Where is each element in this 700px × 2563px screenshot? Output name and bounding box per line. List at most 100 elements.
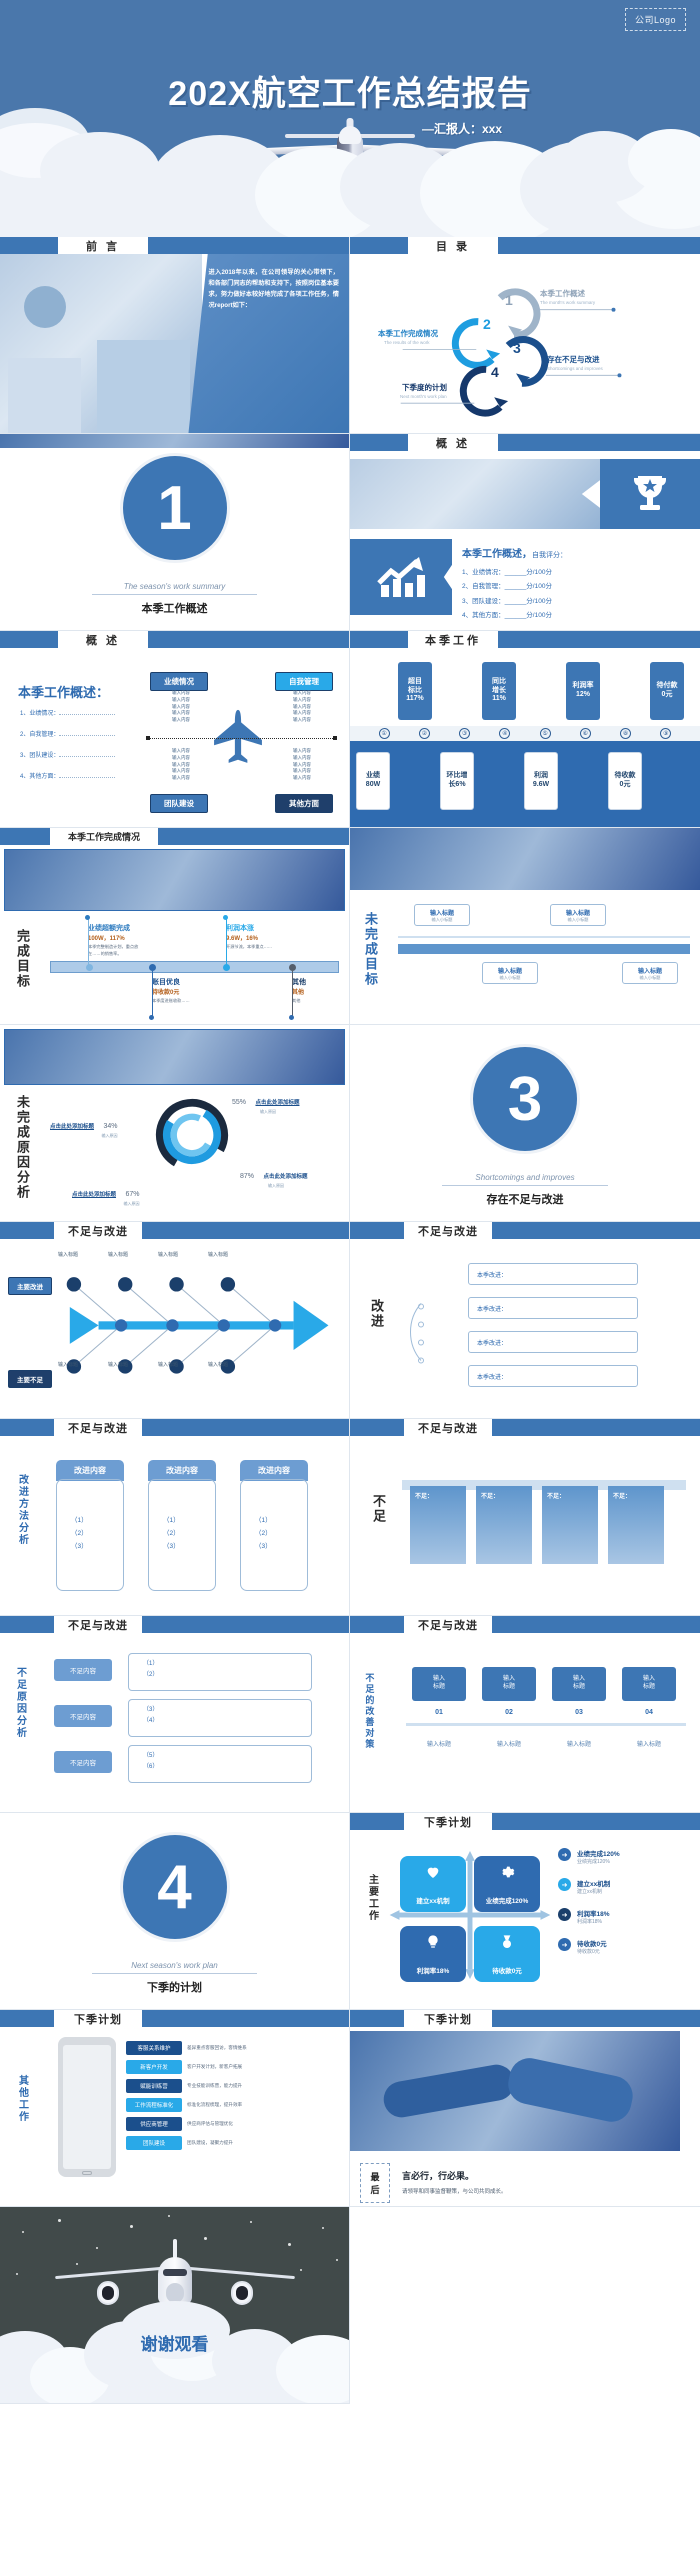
slide-header-title: 本季工作 — [425, 634, 481, 647]
slide-plan-phone[interactable]: 下季计划 其他工作 客服关系维护 差异重点客服回访，客情维系 新客户开发 客户开… — [0, 2010, 350, 2207]
donut-chart — [155, 1098, 229, 1172]
metric-chip-bottom: 业绩 80W — [356, 752, 390, 810]
slide-shortfall-reason[interactable]: 不足与改进 不足原因分析 不足内容 不足内容 不足内容 （1） （2） （3） … — [0, 1616, 350, 1813]
slide-thanks[interactable]: 谢谢观看 — [0, 2207, 350, 2404]
goal-node-title: 业绩超额完成 — [88, 925, 130, 932]
step-caption: 输入标题 — [496, 1742, 521, 1748]
preface-photo — [0, 254, 203, 433]
slide-section-4[interactable]: 4 Next season's work plan 下季的计划 — [0, 1813, 350, 2010]
plan-row-text: 差异重点客服回访，客情维系 — [187, 2045, 247, 2050]
slide-preface[interactable]: 前 言 进入2018年以来，在公司领导的关心带领下，和各部门同志的帮助和支持下，… — [0, 237, 350, 434]
slide-improve-list[interactable]: 不足与改进 改进 本季改进： 本季改进： 本季改进： 本季改进： — [350, 1222, 700, 1419]
reason-chip[interactable]: 不足内容 — [54, 1705, 112, 1727]
fishbone-label: 输入标题 — [108, 1252, 129, 1258]
shortfall-card[interactable]: 不足： — [608, 1486, 664, 1564]
bulb-icon — [428, 1935, 438, 1948]
improve-row[interactable]: 本季改进： — [468, 1263, 638, 1285]
step-chip-l2: 标题 — [572, 1684, 585, 1691]
slide-section-1[interactable]: 1 The season's work summary 本季工作概述 — [0, 434, 350, 631]
step-chip[interactable]: 输入 标题 — [622, 1667, 676, 1701]
plan-row-chip[interactable]: 新客户开发 — [126, 2060, 182, 2074]
plan-tile[interactable]: 建立xx机制 — [400, 1856, 466, 1912]
slide-section-3[interactable]: 3 Shortcomings and improves 存在不足与改进 — [350, 1025, 700, 1222]
slide-unfinished-goal[interactable]: 未完成目标 输入标题 输入小标题 输入标题 输入小标题 输入标题 输入小标题 输… — [350, 828, 700, 1025]
toc-label-3[interactable]: 存在不足与改进 — [547, 354, 600, 365]
fishbone-label: 输入标题 — [108, 1362, 129, 1368]
reason-item: （4） — [143, 1717, 159, 1724]
plan-row-chip[interactable]: 工作流程标准化 — [126, 2098, 182, 2112]
plan-row-chip[interactable]: 团队建设 — [126, 2136, 182, 2150]
slide-quarter-work[interactable]: 本季工作 超目 标比 117% 同比 增长 11% 利润率 12% 待付款 0元 — [350, 631, 700, 828]
toc-label-2[interactable]: 本季工作完成情况 — [378, 328, 438, 339]
toc-num-4: 4 — [491, 364, 499, 380]
unfinished-box: 输入标题 输入小标题 — [414, 904, 470, 926]
plan-tile[interactable]: 利润率18% — [400, 1926, 466, 1982]
slide-header-title: 目 录 — [435, 240, 471, 253]
metric-label: 标比 — [408, 686, 422, 694]
step-number-label: 03 — [575, 1709, 583, 1716]
slide-improve-methods[interactable]: 不足与改进 改进方法分析 改进内容 （1） （2） （3） 改进内容 （1） （… — [0, 1419, 350, 1616]
final-title: 言必行，行必果。 — [402, 2171, 475, 2181]
slide-toc[interactable]: 目 录 1 本季工作概述 The month's work summary 2 … — [350, 237, 700, 434]
improve-vlabel: 改进 — [368, 1299, 384, 1329]
step-chip[interactable]: 输入 标题 — [412, 1667, 466, 1701]
toc-label-4[interactable]: 下季度的计划 — [402, 382, 447, 393]
slide-header-title: 不足与改进 — [418, 1619, 478, 1632]
plan-tile[interactable]: 待收款0元 — [474, 1926, 540, 1982]
overview-score-subtitle: 自我评分： — [532, 552, 567, 559]
donut-pct: 87% — [240, 1173, 255, 1180]
metric-chip-top: 超目 标比 117% — [398, 662, 432, 720]
slide-overview-plane[interactable]: 概 述 本季工作概述： 1、业绩情况： 2、自我管理： 3、团队建设： 4、其他… — [0, 631, 350, 828]
plan-bullet-title: 建立xx机制 — [577, 1881, 611, 1888]
overview-score-item: 2、自我管理：______分/100分 — [462, 583, 552, 591]
slide-goal-done[interactable]: 本季工作完成情况 完成目标 业绩超额完成 100W，117% 本季完整制造计划，… — [0, 828, 350, 1025]
shortfall-card[interactable]: 不足： — [542, 1486, 598, 1564]
plan-row-chip[interactable]: 客服关系维护 — [126, 2041, 182, 2055]
section-number: 4 — [122, 1835, 227, 1939]
filler-text: 输入内容 — [172, 754, 190, 760]
step-chip-l1: 输入 — [432, 1676, 445, 1682]
slide-unfinished-reason[interactable]: 未完成原因分析 55% 点击此处添加标题 输入原因 点击此处添加标题 34% 输… — [0, 1025, 350, 1222]
donut-label: 点击此处添加标题 — [72, 1192, 117, 1198]
toc-label-1[interactable]: 本季工作概述 — [540, 288, 585, 299]
improve-row[interactable]: 本季改进： — [468, 1331, 638, 1353]
metric-label: 利润 — [534, 772, 548, 780]
slide-plan-matrix[interactable]: 下季计划 主要工作 建立xx机制 业绩完成120% 利润率18% 待收款0元 ➜… — [350, 1813, 700, 2010]
slide-header-title: 不足与改进 — [68, 1619, 128, 1632]
slide-fishbone[interactable]: 不足与改进 主要改进 主要不足 输入标题 输入标题 输入标题 输入标题 输入标题… — [0, 1222, 350, 1419]
plane-silhouette-icon — [214, 709, 262, 763]
plan-tile[interactable]: 业绩完成120% — [474, 1856, 540, 1912]
plan-row-chip[interactable]: 赋能训练营 — [126, 2079, 182, 2093]
overview-plane-title: 本季工作概述： — [18, 685, 110, 700]
improve-row[interactable]: 本季改进： — [468, 1297, 638, 1319]
quadrant-label: 自我管理 — [275, 672, 333, 691]
shortfall-card[interactable]: 不足： — [410, 1486, 466, 1564]
step-number: ⑤ — [539, 728, 551, 739]
improve-row[interactable]: 本季改进： — [468, 1365, 638, 1387]
section-number: 1 — [122, 456, 227, 560]
slide-final[interactable]: 下季计划 最 后 言必行，行必果。 请领导和同事监督鞭策，与公司共同成长。 — [350, 2010, 700, 2207]
step-chip[interactable]: 输入 标题 — [482, 1667, 536, 1701]
section-title-cn: 下季的计划 — [147, 1982, 202, 1994]
step-number: ⑥ — [579, 728, 591, 739]
donut-sub: 输入原因 — [123, 1201, 140, 1206]
reason-chip[interactable]: 不足内容 — [54, 1659, 112, 1681]
slide-overview-score[interactable]: 概 述 本季工作概述， 自我评分： 1、业绩情况：______分/100分 2、… — [350, 434, 700, 631]
filler-text: 输入内容 — [293, 775, 311, 780]
section-title-cn: 存在不足与改进 — [486, 1194, 564, 1206]
reason-item: （2） — [143, 1671, 159, 1678]
slide-countermeasure[interactable]: 不足与改进 不足的改善对策 输入 标题 输入 标题 输入 标题 输入 标题 01… — [350, 1616, 700, 1813]
slide-shortfall[interactable]: 不足与改进 不足 不足： 不足： 不足： 不足： — [350, 1419, 700, 1616]
toc-en-1: The month's work summary — [540, 300, 596, 305]
metric-chip-top: 利润率 12% — [566, 662, 600, 720]
shortfall-card[interactable]: 不足： — [476, 1486, 532, 1564]
plan-row-chip[interactable]: 供应商管理 — [126, 2117, 182, 2131]
trophy-icon — [600, 459, 700, 529]
filler-text: 输入内容 — [293, 768, 311, 774]
box-title: 输入标题 — [637, 969, 662, 975]
step-chip[interactable]: 输入 标题 — [552, 1667, 606, 1701]
phone-mockup — [58, 2037, 116, 2177]
quadrant-label: 其他方面 — [275, 794, 333, 813]
reason-chip[interactable]: 不足内容 — [54, 1751, 112, 1773]
slide-header-title: 下季计划 — [424, 2013, 472, 2026]
